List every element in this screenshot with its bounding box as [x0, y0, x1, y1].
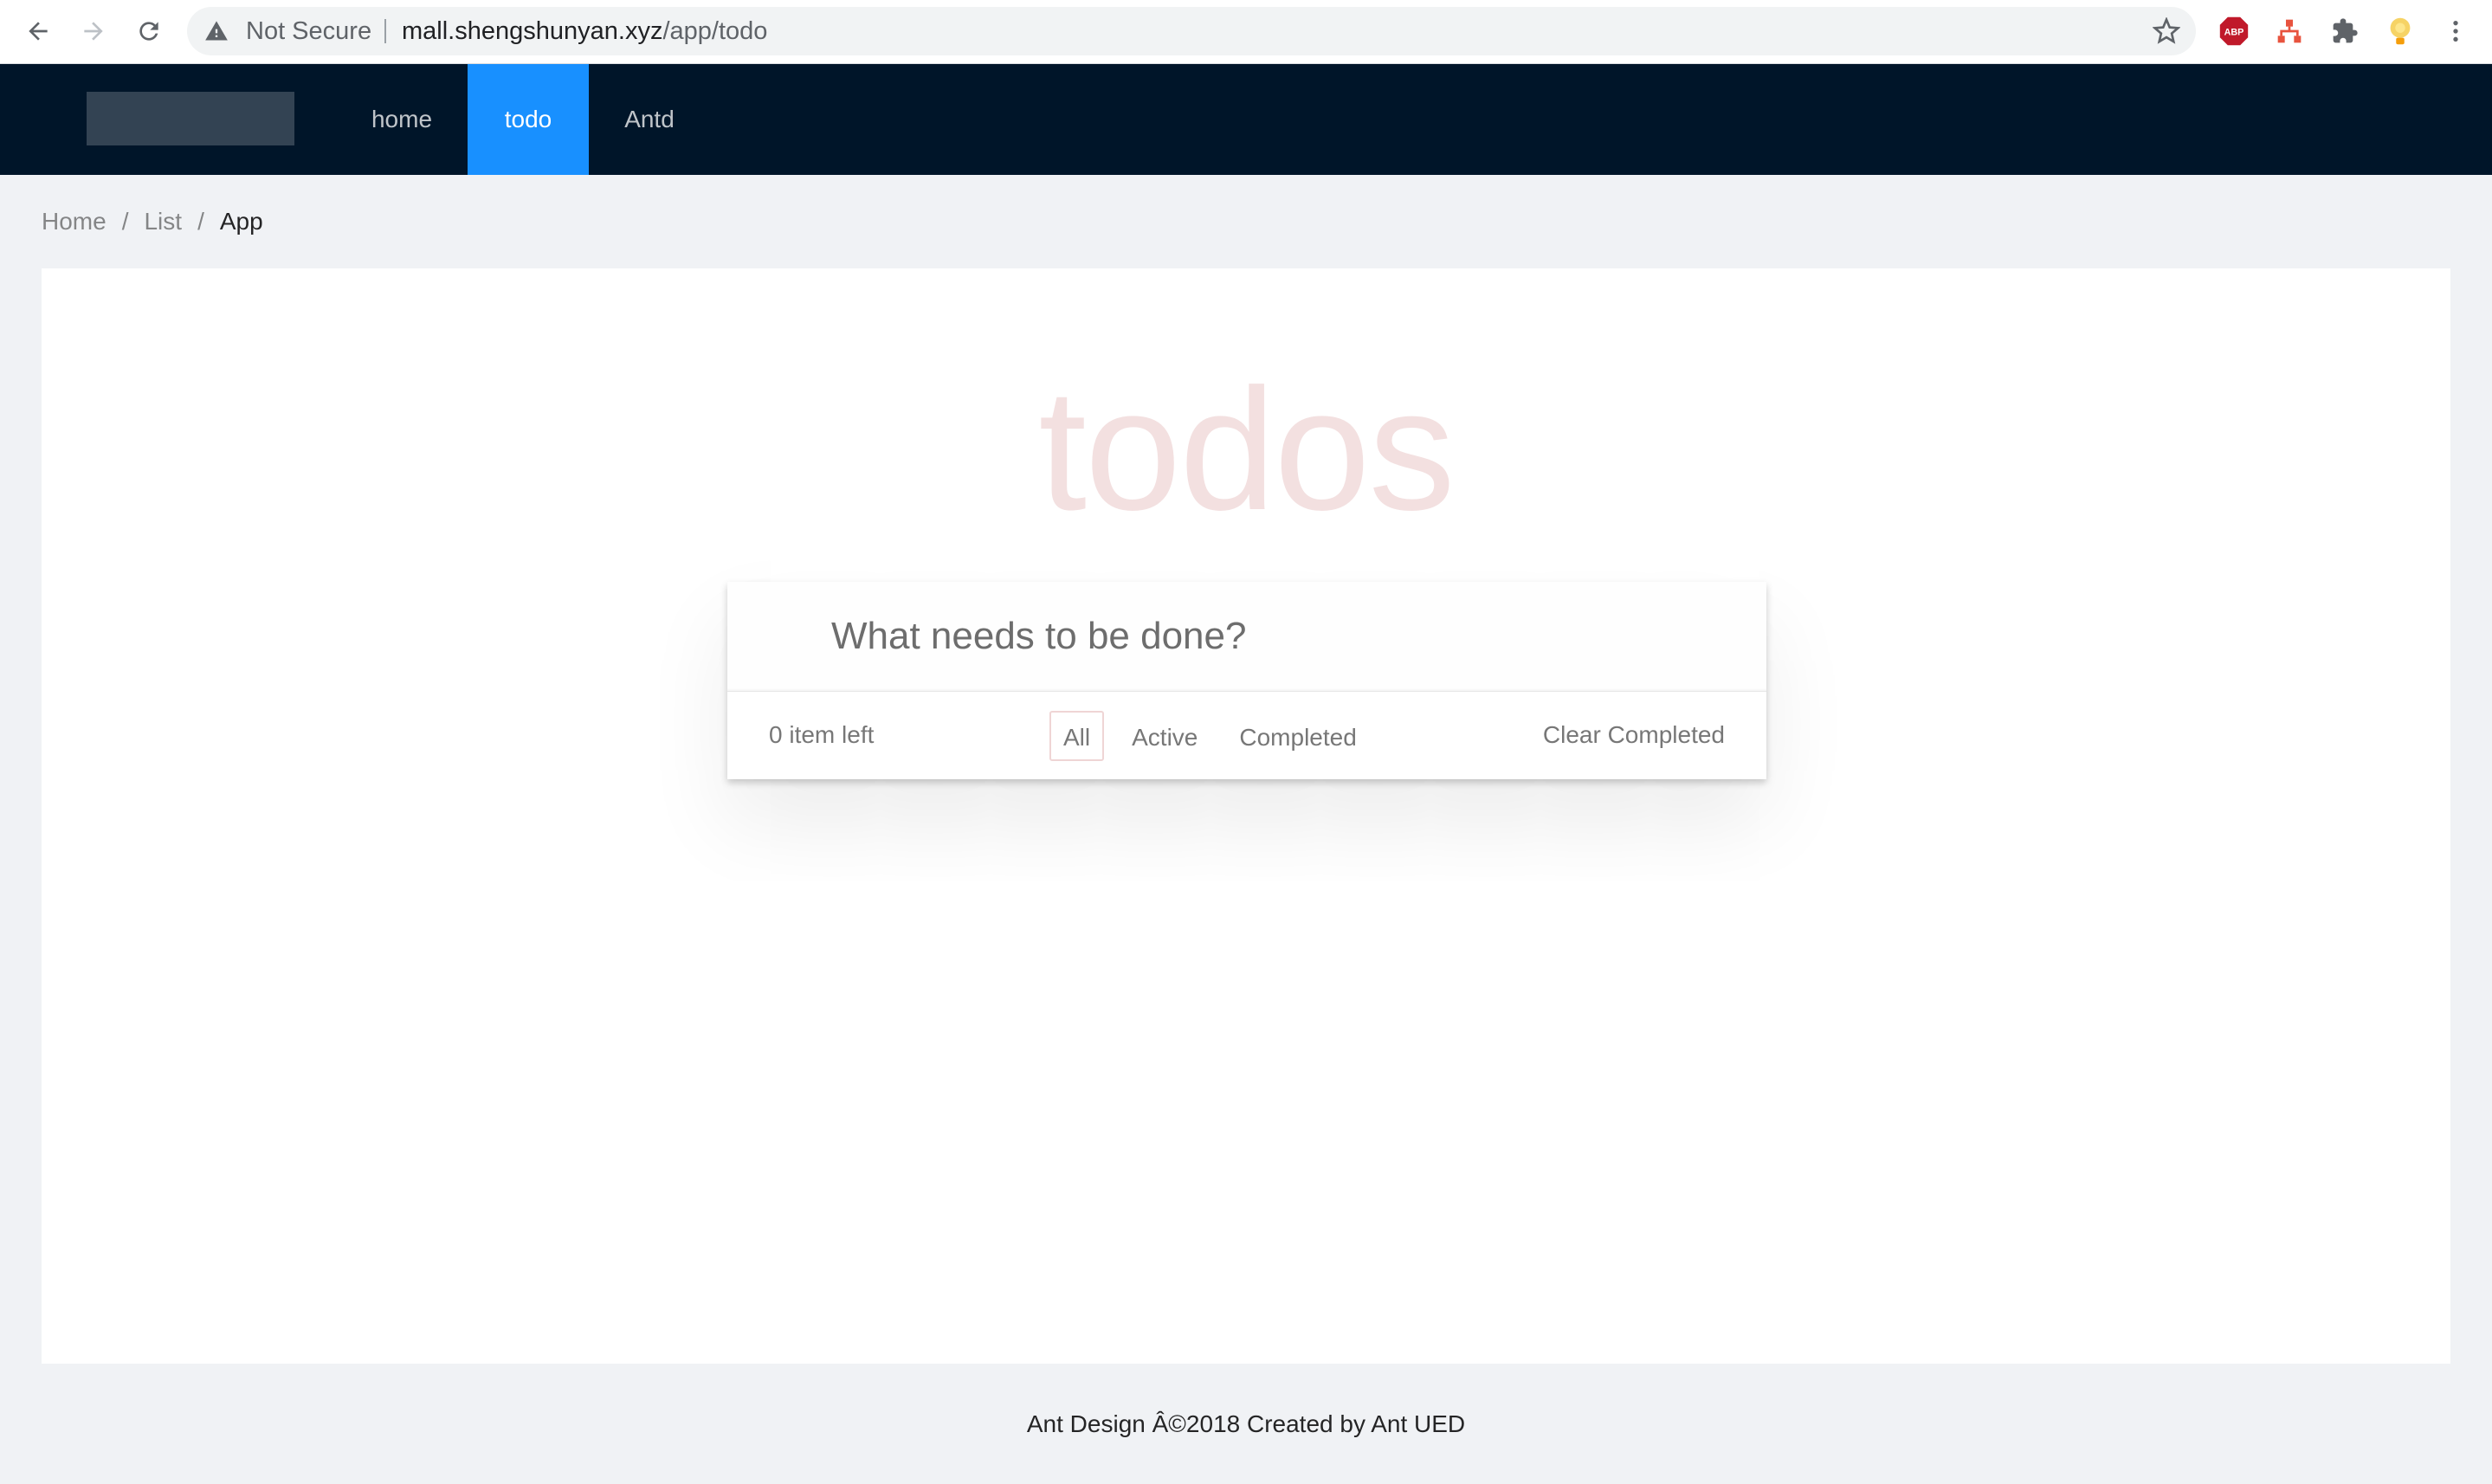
logo [87, 92, 294, 145]
menu-item-home[interactable]: home [343, 64, 461, 175]
breadcrumb: Home / List / App [42, 206, 263, 237]
todo-footer: 0 item left All Active Completed Clear C… [727, 691, 1766, 779]
page-footer: Ant Design Â©2018 Created by Ant UED [1026, 1410, 1466, 1437]
url-host: mall.shengshunyan.xyz [402, 17, 663, 45]
avatar[interactable] [2383, 14, 2418, 48]
filter-active[interactable]: Active [1118, 711, 1211, 761]
reload-icon [139, 22, 158, 41]
more-vertical-icon [2453, 21, 2458, 42]
reload-button[interactable] [130, 12, 168, 50]
forward-button[interactable] [74, 12, 113, 50]
address-divider [384, 19, 386, 43]
items-left-count: 0 item left [769, 721, 875, 748]
arrow-left-icon [29, 22, 48, 41]
breadcrumb-home[interactable]: Home [42, 206, 107, 237]
breadcrumb-list[interactable]: List [144, 206, 182, 237]
back-button[interactable] [19, 12, 57, 50]
puzzle-extensions-icon[interactable] [2327, 14, 2362, 48]
new-todo-input[interactable] [727, 582, 1766, 691]
menu-item-todo[interactable]: todo [468, 64, 589, 175]
breadcrumb-separator: / [121, 208, 129, 235]
url-path: /app/todo [662, 17, 768, 45]
sitemap-extension-icon[interactable] [2272, 14, 2307, 48]
filter-all[interactable]: All [1049, 711, 1105, 761]
breadcrumb-separator: / [197, 208, 204, 235]
arrow-right-icon [84, 22, 103, 41]
filter-list: All Active Completed [1049, 711, 1385, 761]
url-text: mall.shengshunyan.xyz/app/todo [402, 7, 767, 55]
warning-icon [205, 21, 228, 41]
svg-text:ABP: ABP [2224, 28, 2244, 38]
menu-item-antd[interactable]: Antd [589, 64, 710, 175]
app-header: home todo Antd [0, 64, 2492, 175]
bookmark-star-icon[interactable] [2153, 17, 2180, 45]
security-label: Not Secure [246, 17, 372, 45]
adblock-extension-icon[interactable]: ABP [2217, 14, 2251, 48]
main-content: todos 0 item left All Active Completed C… [42, 268, 2450, 1364]
breadcrumb-current: App [219, 208, 263, 235]
clear-completed-button[interactable]: Clear Completed [1543, 692, 1725, 778]
address-bar[interactable]: Not Secure mall.shengshunyan.xyz/app/tod… [187, 7, 2196, 55]
filter-completed[interactable]: Completed [1225, 711, 1370, 761]
browser-toolbar: Not Secure mall.shengshunyan.xyz/app/tod… [0, 0, 2492, 64]
todo-title: todos [1038, 353, 1455, 546]
browser-menu-button[interactable] [2437, 12, 2475, 50]
todo-app: 0 item left All Active Completed Clear C… [727, 582, 1766, 779]
